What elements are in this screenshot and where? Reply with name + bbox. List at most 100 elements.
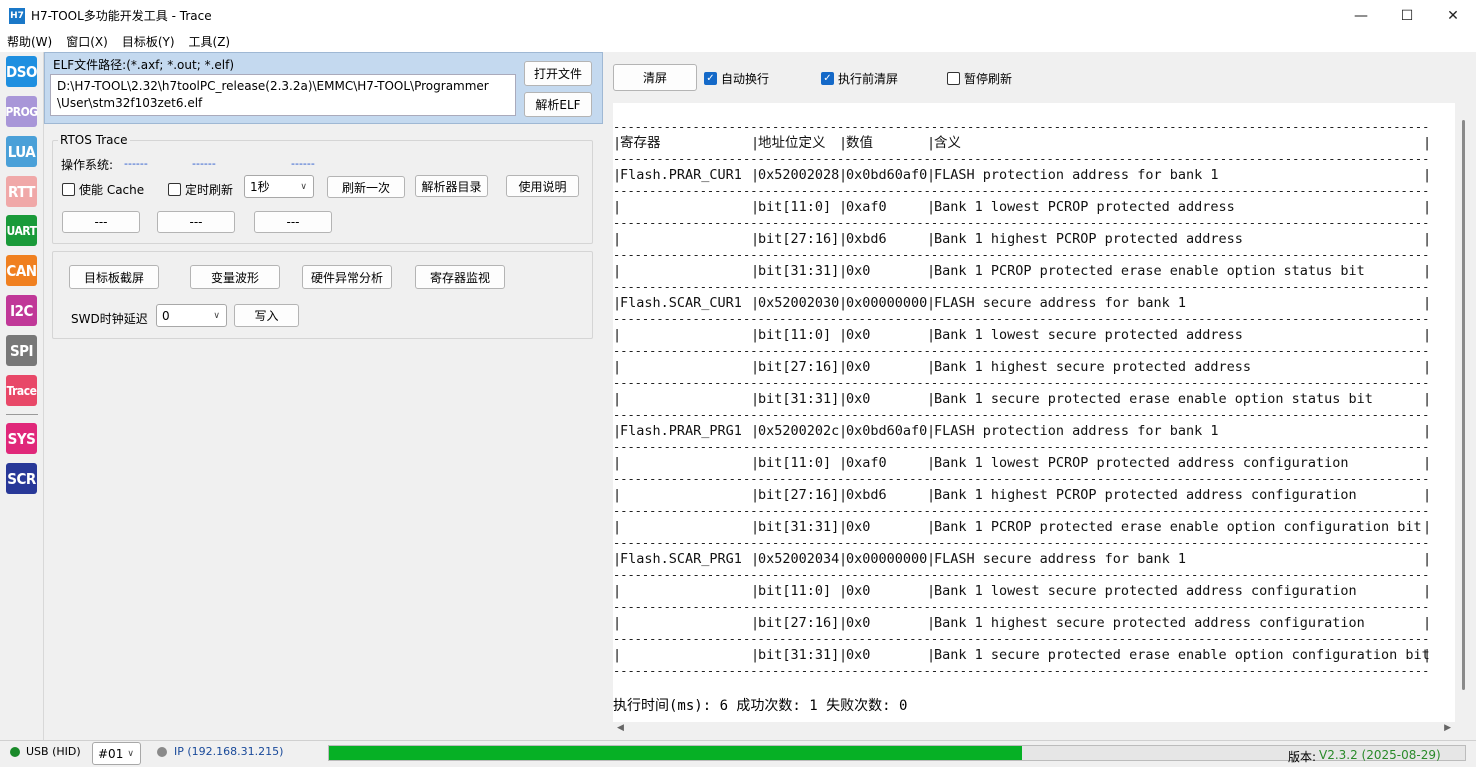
table-row: | | bit[27:16] | 0x0 | Bank 1 highest secure p…	[613, 615, 1455, 631]
table-divider: ----------------------------------------…	[613, 184, 1429, 198]
sidebar-item-i2c[interactable]: I2C	[6, 295, 37, 326]
data-cell: 0x0	[846, 263, 871, 279]
data-cell: 0x52002028	[758, 167, 840, 183]
table-row: | | bit[31:31] | 0x0 | Bank 1 secure protected…	[613, 391, 1455, 407]
checkbox-checked-icon: ✓	[821, 72, 834, 85]
table-divider: ----------------------------------------…	[613, 440, 1429, 454]
parser-dir-button[interactable]: 解析器目录	[415, 175, 488, 197]
sidebar-item-trace[interactable]: Trace	[6, 375, 37, 406]
rtos-trace-title: RTOS Trace	[58, 133, 130, 147]
column-separator: |	[613, 487, 622, 503]
sidebar-item-spi[interactable]: SPI	[6, 335, 37, 366]
chevron-down-icon: ∨	[127, 748, 134, 759]
clear-screen-button[interactable]: 清屏	[613, 64, 697, 91]
elf-path-input[interactable]: D:\H7-TOOL\2.32\h7toolPC_release(2.3.2a)…	[50, 74, 516, 116]
data-cell: Bank 1 lowest PCROP protected address co…	[934, 455, 1349, 471]
usage-help-button[interactable]: 使用说明	[506, 175, 579, 197]
swd-delay-select[interactable]: 0 ∨	[156, 304, 227, 327]
sidebar-item-lua[interactable]: LUA	[6, 136, 37, 167]
data-cell: 0x5200202c	[758, 423, 840, 439]
column-separator: |	[1423, 167, 1432, 183]
table-divider: ----------------------------------------…	[613, 408, 1429, 422]
variable-wave-button[interactable]: 变量波形	[190, 265, 280, 289]
device-port-value: #01	[98, 746, 124, 761]
column-separator: |	[613, 263, 622, 279]
write-button[interactable]: 写入	[234, 304, 299, 327]
timer-refresh-checkbox[interactable]: 定时刷新	[168, 181, 233, 198]
chevron-down-icon: ∨	[300, 181, 307, 192]
menu-target-board[interactable]: 目标板(Y)	[115, 33, 182, 50]
menu-tools[interactable]: 工具(Z)	[182, 33, 238, 50]
sidebar-item-scr[interactable]: SCR	[6, 463, 37, 494]
scroll-right-icon[interactable]: ▶	[1444, 723, 1451, 733]
refresh-interval-select[interactable]: 1秒 ∨	[244, 175, 314, 198]
table-row: | | bit[27:16] | 0xbd6 | Bank 1 highest PCROP …	[613, 487, 1455, 503]
auto-wrap-label: 自动换行	[721, 72, 770, 86]
sidebar-item-prog[interactable]: PROG	[5, 96, 38, 127]
table-row: | | bit[31:31] | 0x0 | Bank 1 PCROP protected …	[613, 263, 1455, 279]
data-cell: FLASH protection address for bank 1	[934, 423, 1219, 439]
progress-fill	[329, 746, 1022, 760]
execution-summary: 执行时间(ms): 6 成功次数: 1 失败次数: 0	[613, 698, 908, 714]
vertical-scroll-thumb[interactable]	[1462, 120, 1465, 690]
auto-wrap-checkbox[interactable]: ✓ 自动换行	[704, 70, 769, 87]
elf-path-line1: D:\H7-TOOL\2.32\h7toolPC_release(2.3.2a)…	[57, 79, 489, 93]
table-row: | | bit[27:16] | 0xbd6 | Bank 1 highest PCROP …	[613, 231, 1455, 247]
maximize-button[interactable]: ☐	[1384, 0, 1430, 31]
data-cell: FLASH secure address for bank 1	[934, 295, 1186, 311]
open-file-button[interactable]: 打开文件	[524, 61, 592, 86]
data-cell: 0xbd6	[846, 231, 887, 247]
os-value-3: ------	[291, 157, 315, 170]
version-value: V2.3.2 (2025-08-29)	[1319, 748, 1441, 762]
column-separator: |	[613, 231, 622, 247]
pause-refresh-label: 暂停刷新	[964, 72, 1013, 86]
menu-bar: 帮助(W) 窗口(X) 目标板(Y) 工具(Z)	[0, 31, 1476, 52]
column-separator: |	[1423, 199, 1432, 215]
data-cell: Flash.PRAR_PRG1	[620, 423, 742, 439]
sidebar-item-can[interactable]: CAN	[6, 255, 37, 286]
table-divider: ----------------------------------------…	[613, 600, 1429, 614]
table-divider: ----------------------------------------…	[613, 248, 1429, 262]
menu-help[interactable]: 帮助(W)	[0, 33, 59, 50]
data-cell: 0x52002030	[758, 295, 840, 311]
sidebar-item-sys[interactable]: SYS	[6, 423, 37, 454]
sidebar-divider	[6, 414, 38, 415]
data-cell: 0x0	[846, 391, 871, 407]
clear-before-exec-checkbox[interactable]: ✓ 执行前清屏	[821, 70, 898, 87]
device-port-select[interactable]: #01 ∨	[92, 742, 141, 765]
data-cell: Bank 1 highest secure protected address …	[934, 615, 1365, 631]
column-separator: |	[1423, 615, 1432, 631]
os-value-1: ------	[124, 157, 148, 170]
rtos-dash-button-1[interactable]: ---	[62, 211, 140, 233]
table-row: | Flash.SCAR_PRG1 | 0x52002034 | 0x00000000 | F…	[613, 551, 1455, 567]
os-label: 操作系统:	[61, 158, 114, 172]
scroll-left-icon[interactable]: ◀	[617, 723, 624, 733]
sidebar-item-uart[interactable]: UART	[6, 215, 37, 246]
data-cell: bit[27:16]	[758, 359, 840, 375]
parse-elf-button[interactable]: 解析ELF	[524, 92, 592, 117]
target-screenshot-button[interactable]: 目标板截屏	[69, 265, 159, 289]
checkbox-icon	[947, 72, 960, 85]
table-row: | | bit[31:31] | 0x0 | Bank 1 secure protected…	[613, 647, 1455, 663]
rtos-dash-button-3[interactable]: ---	[254, 211, 332, 233]
register-monitor-button[interactable]: 寄存器监视	[415, 265, 505, 289]
minimize-button[interactable]: —	[1338, 0, 1384, 31]
rtos-dash-button-2[interactable]: ---	[157, 211, 235, 233]
enable-cache-checkbox[interactable]: 使能 Cache	[62, 181, 144, 198]
column-separator: |	[1423, 359, 1432, 375]
refresh-once-button[interactable]: 刷新一次	[327, 176, 405, 198]
sidebar-item-dso[interactable]: DSO	[6, 56, 37, 87]
hardfault-analysis-button[interactable]: 硬件异常分析	[302, 265, 392, 289]
console-output[interactable]: ----------------------------------------…	[613, 103, 1455, 722]
column-separator: |	[1423, 487, 1432, 503]
menu-window[interactable]: 窗口(X)	[59, 33, 115, 50]
data-cell: bit[11:0]	[758, 455, 832, 471]
pause-refresh-checkbox[interactable]: 暂停刷新	[947, 70, 1012, 87]
table-divider: ----------------------------------------…	[613, 632, 1429, 646]
data-cell: 0x00000000	[846, 295, 928, 311]
horizontal-scrollbar[interactable]: ◀ ▶	[613, 722, 1455, 738]
close-button[interactable]: ✕	[1430, 0, 1476, 31]
sidebar-item-rtt[interactable]: RTT	[6, 176, 37, 207]
table-divider: ----------------------------------------…	[613, 376, 1429, 390]
table-divider: ----------------------------------------…	[613, 280, 1429, 294]
